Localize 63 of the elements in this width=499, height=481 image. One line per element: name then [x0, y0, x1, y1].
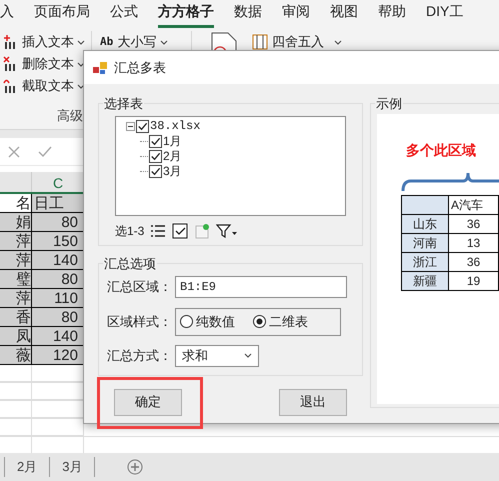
table-cell: 80 [32, 308, 84, 327]
table-cell: 36 [448, 252, 498, 271]
radio-option[interactable]: 二维表 [253, 312, 308, 332]
group-label: 汇总选项 [103, 255, 157, 273]
table-cell: 萍 [0, 251, 32, 270]
table-cell: 80 [32, 270, 84, 289]
tree-item[interactable]: 1月 [163, 134, 182, 148]
table-cell: 河南 [402, 233, 448, 252]
ribbon-tab[interactable]: 视图 [330, 0, 358, 28]
window-title: 汇总多表 [114, 58, 166, 77]
field-label: 汇总区域： [107, 278, 167, 296]
table-cell: 110 [32, 289, 84, 308]
group-label: 选择表 [103, 95, 144, 113]
table-cell: 山东 [402, 214, 448, 233]
tree-item[interactable]: 3月 [163, 164, 182, 178]
table-cell: 娟 [0, 213, 32, 232]
ribbon-tab[interactable]: 审阅 [282, 0, 310, 28]
table-cell: 浙江 [402, 252, 448, 271]
table-cell: 香 [0, 308, 32, 327]
text-tool-button[interactable]: 插入文本 [3, 31, 91, 53]
sheet-tab[interactable]: 2月 [5, 457, 50, 477]
field-label: 汇总方式： [107, 346, 167, 365]
range-input[interactable]: B1:E9 [175, 276, 347, 298]
table-cell: 140 [32, 327, 84, 346]
tree-item[interactable]: 2月 [163, 148, 182, 164]
table-cell: 140 [32, 251, 84, 270]
table-cell: 120 [32, 346, 84, 365]
table-cell: 凤 [0, 327, 32, 346]
round-button[interactable]: 四舍五入 [252, 31, 342, 53]
dialog-button[interactable]: 退出 [279, 388, 347, 416]
group-label: 示例 [375, 95, 403, 113]
text-tool-button[interactable]: 截取文本 [3, 75, 91, 97]
example-caption: 多个此区域 [406, 140, 477, 160]
selection-label: 选1-3 [115, 222, 144, 240]
ribbon-tab[interactable]: DIY工 [426, 0, 464, 28]
table-cell: 13 [448, 233, 498, 252]
text-tool-button[interactable]: 删除文本 [3, 53, 91, 75]
ribbon-tab[interactable]: 数据 [234, 0, 262, 28]
table-cell: 日工 [32, 194, 84, 213]
table-cell: 萍 [0, 289, 32, 308]
table-cell: A汽车 [448, 195, 498, 214]
column-header[interactable]: C [32, 172, 84, 192]
ribbon-tab[interactable]: 公式 [110, 0, 138, 28]
case-button[interactable]: Ab 大小写 [100, 31, 191, 53]
dialog-button[interactable]: 确定 [114, 388, 182, 416]
ribbon-tab[interactable]: 帮助 [378, 0, 406, 28]
table-cell: 80 [32, 213, 84, 232]
field-label: 区域样式： [107, 312, 167, 331]
tree-item[interactable]: 38.xlsx [150, 118, 200, 134]
table-cell: 150 [32, 232, 84, 251]
method-dropdown[interactable]: 求和 [175, 344, 259, 366]
table-cell: 19 [448, 271, 498, 290]
sheet-tab[interactable]: 3月 [50, 457, 96, 477]
table-cell: 新疆 [402, 271, 448, 290]
radio-option[interactable]: 纯数值 [180, 312, 235, 332]
ribbon-tab[interactable]: 入 [0, 0, 14, 28]
ribbon-tab[interactable]: 页面布局 [34, 0, 90, 28]
table-cell: 萍 [0, 232, 32, 251]
table-cell: 36 [448, 214, 498, 233]
group-label: 高级 [57, 107, 84, 125]
table-cell: 璧 [0, 270, 32, 289]
table-cell: 名 [0, 194, 32, 213]
table-cell: 薇 [0, 346, 32, 365]
